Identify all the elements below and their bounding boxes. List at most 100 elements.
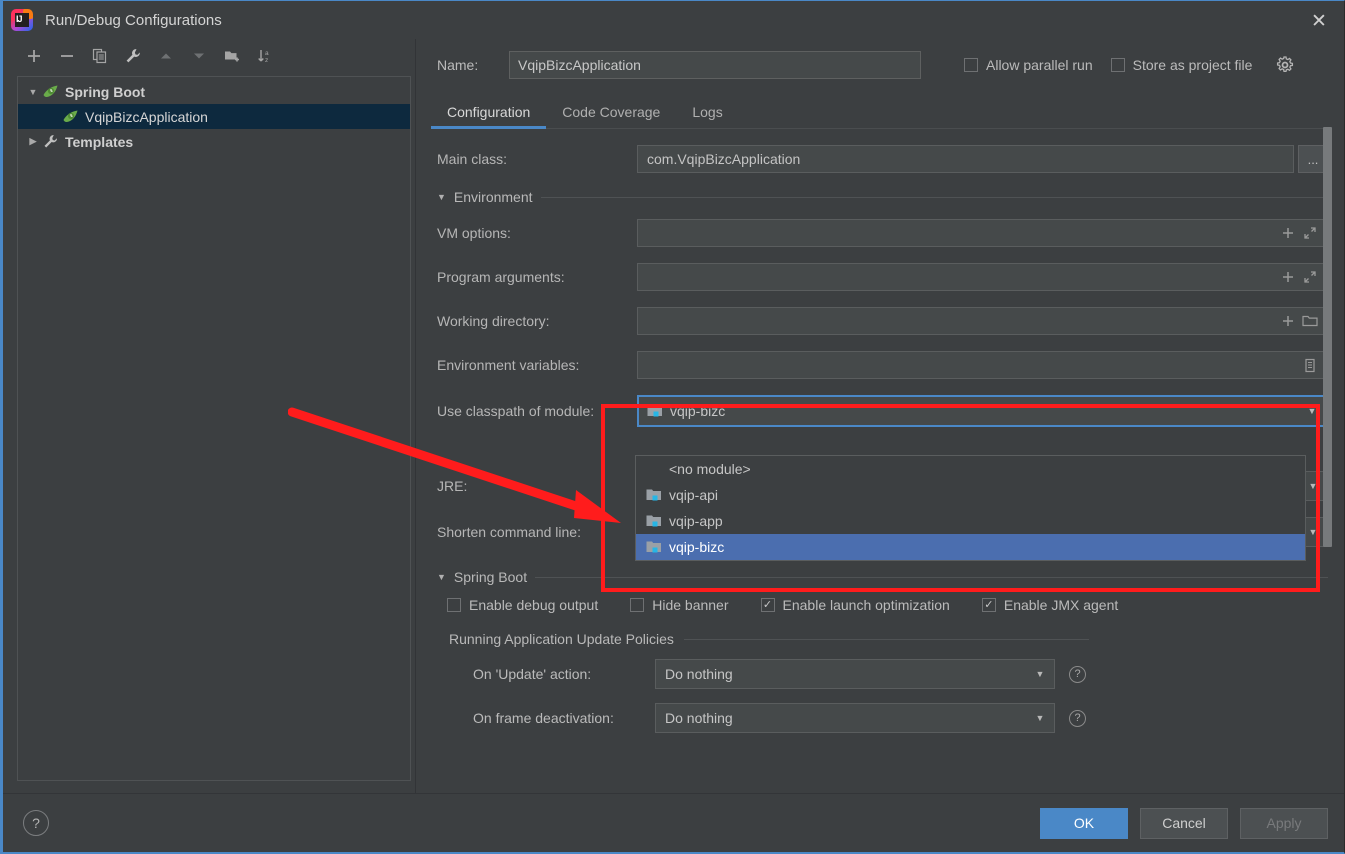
logo-text: IJ	[16, 14, 22, 24]
environment-variables-row: Environment variables:	[437, 351, 1328, 379]
main-class-input[interactable]: com.VqipBizcApplication	[637, 145, 1294, 173]
move-up-button[interactable]	[155, 45, 177, 67]
enable-jmx-agent-checkbox[interactable]: Enable JMX agent	[981, 597, 1119, 613]
program-arguments-row: Program arguments:	[437, 263, 1328, 291]
title-bar: IJ Run/Debug Configurations ✕	[3, 1, 1344, 39]
spring-boot-checkboxes: Enable debug output Hide banner Enable l…	[447, 597, 1328, 613]
tab-code-coverage[interactable]: Code Coverage	[546, 104, 676, 129]
name-row: Name: Allow parallel run Store as projec…	[425, 39, 1344, 91]
edit-templates-wrench-icon[interactable]	[122, 45, 144, 67]
dropdown-option-vqip-app[interactable]: vqip-app	[636, 508, 1305, 534]
dropdown-option-label: <no module>	[669, 461, 751, 477]
program-arguments-label: Program arguments:	[437, 269, 565, 285]
chevron-down-icon[interactable]: ▼	[1302, 406, 1322, 416]
sort-az-icon[interactable]: a z	[254, 45, 276, 67]
store-as-project-file-checkbox[interactable]: Store as project file	[1110, 57, 1253, 73]
expand-editor-icon[interactable]	[1299, 266, 1321, 288]
on-frame-deactivation-combobox[interactable]: Do nothing ▼	[655, 703, 1055, 733]
sidebar-toolbar: a z	[17, 39, 415, 73]
on-update-action-row: On 'Update' action: Do nothing ▼ ?	[473, 659, 1328, 689]
expand-collapse-chevron-right-icon[interactable]: ▶	[24, 136, 42, 147]
main-class-value: com.VqipBizcApplication	[647, 151, 801, 167]
allow-parallel-run-checkbox[interactable]: Allow parallel run	[964, 57, 1093, 73]
on-frame-deactivation-value: Do nothing	[665, 710, 733, 726]
help-circle-icon[interactable]: ?	[1069, 709, 1086, 727]
add-configuration-button[interactable]	[23, 45, 45, 67]
dropdown-option-vqip-bizc[interactable]: vqip-bizc	[636, 534, 1305, 560]
new-folder-button[interactable]	[221, 45, 243, 67]
checkbox-box[interactable]	[760, 598, 775, 612]
help-button[interactable]: ?	[23, 810, 49, 836]
checkbox-box[interactable]	[447, 598, 461, 612]
checkbox-label: Store as project file	[1132, 57, 1253, 73]
dropdown-option-vqip-api[interactable]: vqip-api	[636, 482, 1305, 508]
program-arguments-input[interactable]	[637, 263, 1328, 291]
tree-item-templates[interactable]: ▶ Templates	[18, 129, 410, 154]
module-folder-icon	[646, 514, 662, 528]
vertical-scrollbar-thumb[interactable]	[1323, 127, 1332, 547]
checkbox-box[interactable]	[964, 58, 978, 72]
working-directory-input[interactable]	[637, 307, 1328, 335]
update-policies-label: Running Application Update Policies	[449, 631, 674, 647]
remove-configuration-button[interactable]	[56, 45, 78, 67]
expand-editor-icon[interactable]	[1299, 222, 1321, 244]
environment-section-header: ▼ Environment	[437, 189, 1328, 205]
enable-launch-optimization-checkbox[interactable]: Enable launch optimization	[760, 597, 950, 613]
use-classpath-value: vqip-bizc	[670, 403, 726, 419]
on-frame-deactivation-label: On frame deactivation:	[473, 710, 614, 726]
checkbox-box[interactable]	[1110, 58, 1125, 72]
dropdown-option-label: vqip-app	[669, 513, 723, 529]
on-frame-deactivation-row: On frame deactivation: Do nothing ▼ ?	[473, 703, 1328, 733]
move-down-button[interactable]	[188, 45, 210, 67]
tree-item-label: Templates	[65, 133, 134, 150]
section-chevron-down-icon[interactable]: ▼	[437, 572, 446, 582]
on-update-action-combobox[interactable]: Do nothing ▼	[655, 659, 1055, 689]
module-folder-icon	[646, 540, 662, 554]
edit-variables-list-icon[interactable]	[1299, 354, 1321, 376]
close-icon[interactable]: ✕	[1304, 8, 1334, 34]
tree-item-spring-boot[interactable]: ▼ Spring Boot	[18, 79, 410, 104]
expand-collapse-chevron-down-icon[interactable]: ▼	[24, 87, 42, 97]
tab-configuration[interactable]: Configuration	[431, 104, 547, 129]
chevron-down-icon[interactable]: ▼	[1030, 713, 1050, 723]
enable-debug-output-checkbox[interactable]: Enable debug output	[447, 597, 598, 613]
working-directory-label: Working directory:	[437, 313, 550, 329]
use-classpath-module-combobox[interactable]: vqip-bizc ▼	[637, 395, 1328, 427]
vm-options-input[interactable]	[637, 219, 1328, 247]
tree-item-label: Spring Boot	[65, 83, 146, 100]
shorten-command-line-label: Shorten command line:	[437, 524, 581, 540]
main-class-label: Main class:	[437, 151, 508, 167]
module-dropdown-popup[interactable]: <no module> vqip-api vqip-app vqip-bizc	[635, 455, 1306, 561]
insert-macro-plus-icon[interactable]	[1277, 222, 1299, 244]
configurations-tree[interactable]: ▼ Spring Boot VqipBizcApplication ▶ Temp…	[17, 76, 411, 781]
spring-boot-icon	[42, 84, 59, 99]
jre-label: JRE:	[437, 478, 468, 494]
tree-item-vqipbizcapplication[interactable]: VqipBizcApplication	[18, 104, 410, 129]
module-folder-icon	[647, 404, 663, 418]
hide-banner-checkbox[interactable]: Hide banner	[630, 597, 729, 613]
dropdown-option-no-module[interactable]: <no module>	[636, 456, 1305, 482]
environment-variables-input[interactable]	[637, 351, 1328, 379]
tab-logs[interactable]: Logs	[676, 104, 738, 129]
gear-icon[interactable]	[1276, 56, 1294, 74]
cancel-button[interactable]: Cancel	[1140, 807, 1228, 839]
on-update-action-value: Do nothing	[665, 666, 733, 682]
checkbox-label: Enable JMX agent	[1003, 597, 1119, 613]
tree-item-label: VqipBizcApplication	[85, 108, 208, 125]
chevron-down-icon[interactable]: ▼	[1030, 669, 1050, 679]
checkbox-box[interactable]	[981, 598, 996, 612]
chevron-down-icon[interactable]: ▼	[1303, 481, 1323, 491]
vm-options-label: VM options:	[437, 225, 511, 241]
ok-button[interactable]: OK	[1040, 807, 1128, 839]
section-chevron-down-icon[interactable]: ▼	[437, 192, 446, 202]
checkbox-box[interactable]	[630, 598, 645, 612]
help-circle-icon[interactable]: ?	[1069, 665, 1086, 683]
insert-macro-plus-icon[interactable]	[1277, 266, 1299, 288]
copy-configuration-button[interactable]	[89, 45, 111, 67]
insert-macro-plus-icon[interactable]	[1277, 310, 1299, 332]
configuration-name-input[interactable]	[509, 51, 921, 79]
apply-button[interactable]: Apply	[1240, 807, 1328, 839]
browse-folder-icon[interactable]	[1299, 310, 1321, 332]
chevron-down-icon[interactable]: ▼	[1303, 527, 1323, 537]
spring-boot-section-label: Spring Boot	[453, 569, 528, 585]
